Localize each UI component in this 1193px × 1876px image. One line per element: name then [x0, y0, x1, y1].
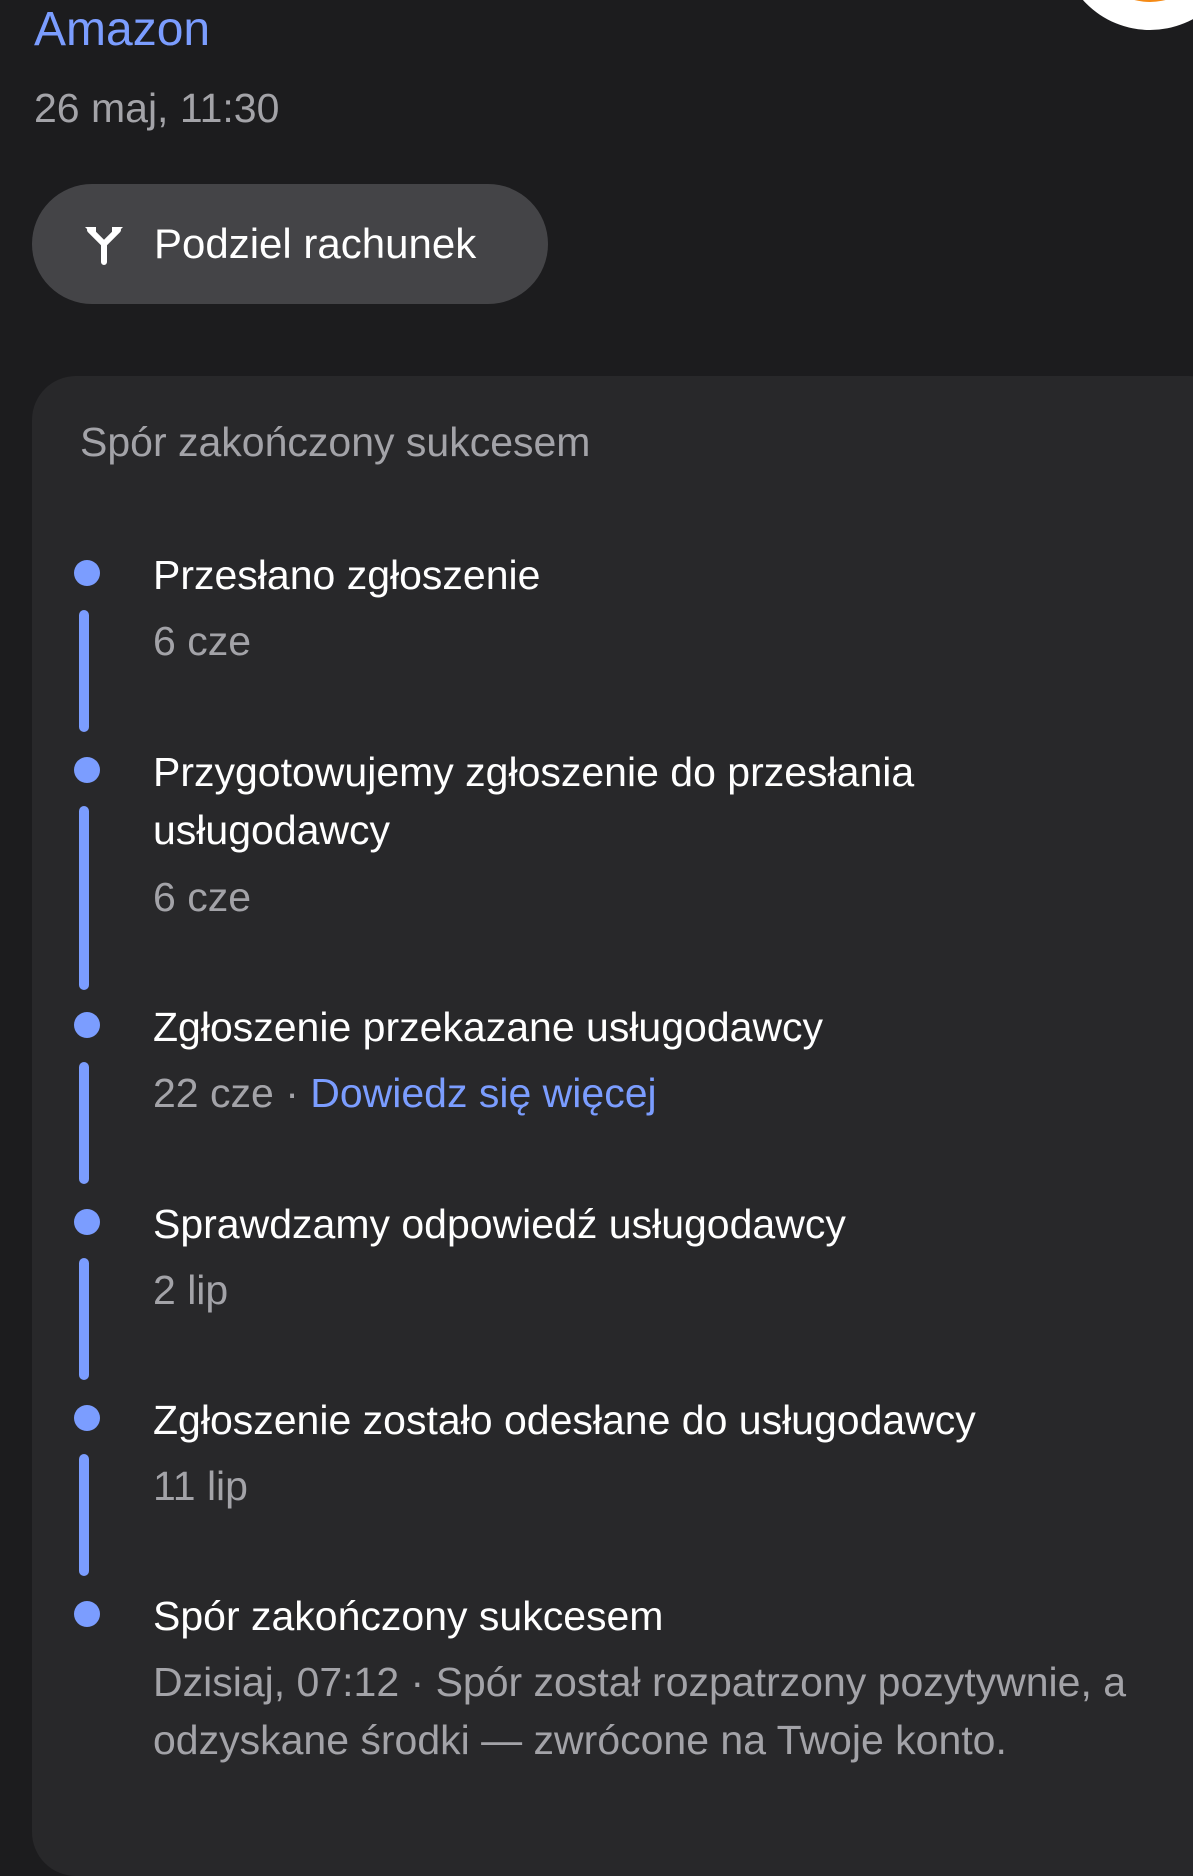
step-date: Dzisiaj, 07:12 · Spór został rozpatrzony… — [153, 1653, 1173, 1769]
step-date-text: 2 lip — [153, 1267, 229, 1313]
step-date-text: 6 cze — [153, 618, 251, 664]
step-date: 2 lip — [153, 1261, 1163, 1319]
step-date-text: 22 cze — [153, 1070, 274, 1116]
timeline-dot — [74, 1012, 100, 1038]
step-title: Sprawdzamy odpowiedź usługodawcy — [153, 1201, 846, 1247]
step-date-text: 6 cze — [153, 874, 251, 920]
merchant-avatar[interactable] — [1060, 0, 1193, 30]
split-arrows-icon — [85, 227, 123, 265]
dispute-card: Spór zakończony sukcesem Przesłano zgłos… — [32, 376, 1193, 1876]
step-separator: · — [399, 1659, 436, 1705]
split-bill-label: Podziel rachunek — [154, 220, 477, 267]
timeline-line — [79, 806, 89, 990]
split-bill-button[interactable]: Podziel rachunek — [32, 184, 548, 304]
timeline-dot — [74, 560, 100, 586]
dispute-status-title: Spór zakończony sukcesem — [80, 419, 591, 465]
timeline-dot — [74, 1209, 100, 1235]
step-title: Spór zakończony sukcesem — [153, 1593, 664, 1639]
timeline-line — [79, 610, 89, 732]
step-date: 22 cze · Dowiedz się więcej — [153, 1064, 1163, 1122]
timeline-line — [79, 1454, 89, 1576]
step-title: Przygotowujemy zgłoszenie do przesłania … — [153, 749, 915, 853]
step-title: Przesłano zgłoszenie — [153, 552, 541, 598]
timeline-dot — [74, 1405, 100, 1431]
timeline-line — [79, 1062, 89, 1184]
step-title: Zgłoszenie przekazane usługodawcy — [153, 1004, 824, 1050]
step-date-text: Dzisiaj, 07:12 — [153, 1659, 400, 1705]
transaction-date: 26 maj, 11:30 — [34, 85, 280, 131]
learn-more-link[interactable]: Dowiedz się więcej — [310, 1070, 656, 1116]
step-date: 11 lip — [153, 1457, 1163, 1515]
step-date-text: 11 lip — [153, 1463, 248, 1509]
timeline-dot — [74, 757, 100, 783]
step-title: Zgłoszenie zostało odesłane do usługodaw… — [153, 1397, 976, 1443]
timeline-line — [79, 1258, 89, 1380]
step-date: 6 cze — [153, 612, 1163, 670]
step-separator: · — [273, 1070, 311, 1116]
merchant-name[interactable]: Amazon — [34, 2, 210, 58]
step-date: 6 cze — [153, 868, 1163, 926]
timeline-dot — [74, 1601, 100, 1627]
